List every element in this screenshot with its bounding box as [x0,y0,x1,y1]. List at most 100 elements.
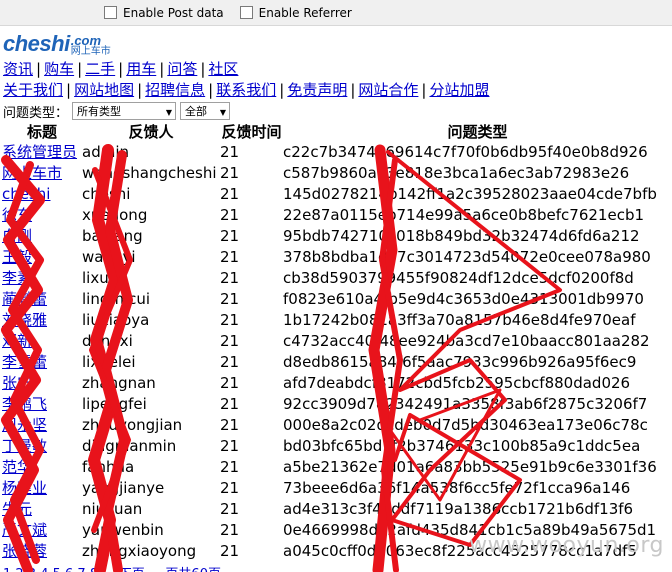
nav-separator: | [421,81,427,99]
row-time: 21 [220,185,240,203]
secondary-nav-link-6[interactable]: 分站加盟 [429,81,489,99]
filter-label: 问题类型： [3,105,69,121]
table-row: 系统管理员 admin 21 c22c7b3474469614c7f70f0b6db9… [2,142,672,163]
primary-nav-link-2[interactable]: 二手 [85,60,115,78]
row-title: cheshi [2,184,82,205]
row-title: 徐东 [2,205,82,226]
row-type: 22e87a0115eb714e99a5a6ce0b8befc7621ecb1 [283,206,645,224]
row-title: 李素 [2,268,82,289]
secondary-nav-link-5[interactable]: 网站合作 [358,81,418,99]
secondary-nav-link-0[interactable]: 关于我们 [3,81,63,99]
table-row: 白刚 baigang 21 95bdb742710c018b849bd32b32474… [2,226,672,247]
nav-separator: | [279,81,285,99]
nav-separator: | [350,81,356,99]
row-title-link[interactable]: 网上车市 [2,164,62,182]
pagination[interactable]: 1 2 3 4 5 6 7 8 ... 下页 ... 页共60页 [3,563,221,572]
table-row: cheshi cheshi 21 145d0278214b142ff1a2c39528… [2,184,672,205]
row-user: dingmanmin [82,437,177,455]
row-title-link[interactable]: 系统管理员 [2,143,77,161]
table-row: 张宁 zhangnan 21 afd7deabdcf8172cbd5fcb2595cb… [2,373,672,394]
table-row: 蔺燮蕾 lingmicui 21 f0823e610a4fb5e9d4c3653d0e… [2,289,672,310]
row-title: 李雪蕾 [2,352,82,373]
problem-type-select[interactable]: 所有类型 ▼ [72,102,177,120]
row-title-link[interactable]: 丁曼敏 [2,437,47,455]
row-title-link[interactable]: 李鹏飞 [2,395,47,413]
row-user: zhangnan [82,374,156,392]
row-title: 张宁 [2,373,82,394]
referrer-label: Enable Referrer [258,5,352,20]
row-title-link[interactable]: 徐东 [2,206,32,224]
row-title: 蔺燮蕾 [2,289,82,310]
primary-nav-link-4[interactable]: 问答 [167,60,197,78]
row-user: zhangxiaoyong [82,542,197,560]
secondary-nav-link-4[interactable]: 免责声明 [287,81,347,99]
header-time: 反馈时间 [221,123,282,141]
row-user: admin [82,143,129,161]
row-time: 21 [220,206,240,224]
row-title: 邓新 [2,331,82,352]
secondary-nav: 关于我们 | 网站地图 | 招聘信息 | 联系我们 | 免责声明 | 网站合作 | 分站加盟 [3,80,489,100]
row-time: 21 [220,374,240,392]
watermark: www.wooyun.org [469,533,664,558]
table-row: 徐东 xuedong 21 22e87a0115eb714e99a5a6ce0b8be… [2,205,672,226]
row-title-link[interactable]: 刘晓雅 [2,311,47,329]
site-logo[interactable]: cheshi .com 网上车市 [3,31,111,57]
row-time: 21 [220,395,240,413]
row-title-link[interactable]: 范华 [2,458,32,476]
row-title-link[interactable]: 蔺燮蕾 [2,290,47,308]
header-type: 问题类型 [447,123,508,141]
nav-separator: | [200,60,206,78]
row-type: 1b17242b081a3ff3a70a8157b46e8d4fe970eaf [283,311,636,329]
row-title-link[interactable]: 王毅 [2,248,32,266]
row-title-link[interactable]: cheshi [2,185,50,203]
row-user: fanhua [82,458,135,476]
referrer-checkbox[interactable] [239,6,253,19]
row-user: cheshi [82,185,131,203]
row-type: f0823e610a4fb5e9d4c3653d0e4313001db9970 [283,290,644,308]
row-user: lingmicui [82,290,151,308]
row-user: wangyi [82,248,136,266]
enable-referrer-toggle[interactable]: Enable Referrer [239,5,352,20]
row-title-link[interactable]: 张晓蓉 [2,542,47,560]
row-title-link[interactable]: 李素 [2,269,32,287]
row-title-link[interactable]: 白刚 [2,227,32,245]
post-data-checkbox[interactable] [104,6,117,19]
secondary-nav-link-1[interactable]: 网站地图 [74,81,134,99]
row-title-link[interactable]: 李雪蕾 [2,353,47,371]
row-title-link[interactable]: 严文斌 [2,521,47,539]
row-title-link[interactable]: 牛元 [2,500,32,518]
row-type: c22c7b3474469614c7f70f0b6db95f40e0b8d926 [283,143,648,161]
secondary-nav-link-2[interactable]: 招聘信息 [145,81,205,99]
status-select[interactable]: 全部 ▼ [180,102,231,120]
table-row: 周永坚 zhouyongjian 21 000e8a2c02dcdeb0d7d5bd3… [2,415,672,436]
row-title: 王毅 [2,247,82,268]
row-type: c4732acc40f48ee924ba3cd7e10baacc801aa282 [283,332,650,350]
primary-nav-link-0[interactable]: 资讯 [3,60,33,78]
table-row: 牛元 niuyuan 21 ad4e313c3f4bddf7119a1386ccb17… [2,499,672,520]
row-title: 张晓蓉 [2,541,82,562]
row-time: 21 [220,311,240,329]
nav-separator: | [77,60,83,78]
row-title-link[interactable]: 杨建业 [2,479,47,497]
secondary-nav-link-3[interactable]: 联系我们 [216,81,276,99]
row-title-link[interactable]: 周永坚 [2,416,47,434]
primary-nav-link-3[interactable]: 用车 [126,60,156,78]
chevron-down-icon: ▼ [165,108,173,117]
primary-nav-link-5[interactable]: 社区 [208,60,238,78]
table-row: 李雪蕾 lixuelei 21 d8edb8615a84f6f5aac7933c996… [2,352,672,373]
logo-domain: .com [70,33,102,48]
primary-nav-link-1[interactable]: 购车 [44,60,74,78]
enable-post-data-toggle[interactable]: Enable Post data [104,6,224,20]
row-title: 李鹏飞 [2,394,82,415]
table-row: 李素 lixue 21 cb38d5903799455f90824df12dce5dc… [2,268,672,289]
row-title-link[interactable]: 张宁 [2,374,32,392]
row-title: 丁曼敏 [2,436,82,457]
row-type: 145d0278214b142ff1a2c39528023aae04cde7bf… [283,185,657,203]
row-title-link[interactable]: 邓新 [2,332,32,350]
row-user: lixue [82,269,118,287]
row-type: cb38d5903799455f90824df12dce5dcf0200f8d [283,269,634,287]
row-title: 刘晓雅 [2,310,82,331]
logo-wordmark: cheshi [3,31,70,56]
row-time: 21 [220,521,240,539]
chevron-down-icon: ▼ [219,108,227,117]
